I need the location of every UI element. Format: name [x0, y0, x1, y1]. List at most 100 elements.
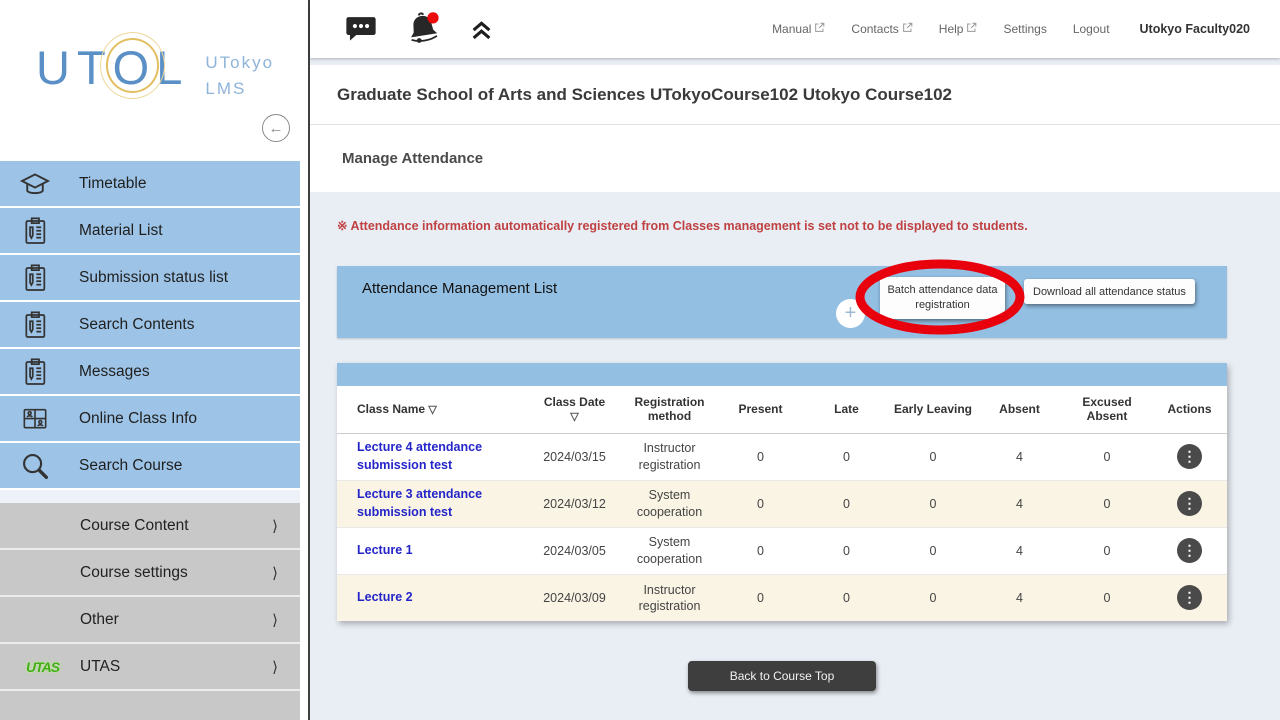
cell-class-name: Lecture 3 attendance submission test	[337, 480, 527, 527]
column-header-class-name[interactable]: Class Name ▽	[337, 386, 527, 433]
cell-class-name: Lecture 2	[337, 574, 527, 621]
table-row: Lecture 4 attendance submission test 2024…	[337, 433, 1227, 480]
cell-present: 0	[717, 480, 804, 527]
column-header-absent: Absent	[977, 386, 1062, 433]
sidebar-item-search-course[interactable]: Search Course	[0, 443, 300, 490]
sidebar-item-label: Timetable	[79, 175, 146, 193]
collapse-topbar-icon[interactable]	[468, 16, 495, 43]
cell-present: 0	[717, 574, 804, 621]
cell-absent: 4	[977, 433, 1062, 480]
external-link-icon	[966, 22, 977, 33]
cell-early-leaving: 0	[889, 480, 977, 527]
sidebar-item-course-settings[interactable]: Course settings⟩	[0, 550, 300, 597]
topbar-icons	[344, 11, 495, 47]
column-header-label: Registration method	[634, 395, 704, 423]
sidebar-item-submission-status-list[interactable]: Submission status list	[0, 255, 300, 302]
column-header-registration-method: Registration method	[622, 386, 717, 433]
column-header-early-leaving: Early Leaving	[889, 386, 977, 433]
add-attendance-button[interactable]: +	[836, 299, 865, 328]
lecture-link[interactable]: Lecture 4 attendance submission test	[357, 439, 512, 474]
sidebar-item-label: Messages	[79, 363, 150, 381]
cell-actions: ⋮	[1152, 433, 1227, 480]
topbar-links: Manual Contacts Help Settings Logout	[772, 22, 1109, 36]
topbar-link-logout[interactable]: Logout	[1073, 22, 1110, 36]
clipboard-icon	[17, 307, 53, 343]
back-to-course-top-button[interactable]: Back to Course Top	[688, 661, 877, 691]
sidebar-item-material-list[interactable]: Material List	[0, 208, 300, 255]
sidebar-item-label: Course settings	[80, 564, 188, 582]
online-class-icon	[17, 401, 53, 437]
cell-excused-absent: 0	[1062, 480, 1152, 527]
collapse-sidebar-button[interactable]: ←	[262, 114, 290, 142]
sidebar-item-timetable[interactable]: Timetable	[0, 161, 300, 208]
cell-registration-method: Instructor registration	[622, 574, 717, 621]
row-actions-kebab-button[interactable]: ⋮	[1177, 491, 1202, 516]
column-header-label: Excused Absent	[1082, 395, 1131, 423]
cell-absent: 4	[977, 574, 1062, 621]
chevron-right-icon: ⟩	[272, 611, 278, 629]
topbar-link-contacts[interactable]: Contacts	[851, 22, 912, 36]
content-area: ※ Attendance information automatically r…	[310, 192, 1280, 720]
topbar: ManualContactsHelpSettingsLogout Utokyo …	[310, 0, 1280, 58]
sidebar-item-search-contents[interactable]: Search Contents	[0, 302, 300, 349]
topbar-link-settings[interactable]: Settings	[1003, 22, 1046, 36]
graduation-cap-icon	[17, 166, 53, 202]
lecture-link[interactable]: Lecture 2	[357, 589, 413, 607]
sidebar-item-utas[interactable]: UTASUTAS⟩	[0, 644, 300, 691]
left-arrow-icon: ←	[269, 120, 284, 137]
sidebar-item-label: Other	[80, 611, 119, 629]
clipboard-icon	[17, 260, 53, 296]
lecture-link[interactable]: Lecture 1	[357, 542, 413, 560]
cell-actions: ⋮	[1152, 574, 1227, 621]
sort-descending-icon[interactable]: ▽	[570, 411, 578, 423]
sort-descending-icon[interactable]: ▽	[428, 404, 436, 416]
sidebar: UTOL UTokyoLMS ← TimetableMaterial ListS…	[0, 0, 300, 720]
lecture-link[interactable]: Lecture 3 attendance submission test	[357, 486, 512, 521]
main-area: ManualContactsHelpSettingsLogout Utokyo …	[308, 0, 1280, 720]
chat-icon[interactable]	[344, 15, 378, 44]
column-header-excused-absent: Excused Absent	[1062, 386, 1152, 433]
course-title: Graduate School of Arts and Sciences UTo…	[337, 85, 952, 105]
attendance-table: Class Name ▽ Class Date ▽ Registration meth…	[337, 363, 1227, 621]
cell-late: 0	[804, 480, 889, 527]
sidebar-item-label: UTAS	[80, 658, 120, 676]
sidebar-item-online-class-info[interactable]: Online Class Info	[0, 396, 300, 443]
sidebar-item-messages[interactable]: Messages	[0, 349, 300, 396]
column-header-label: Early Leaving	[894, 402, 972, 416]
page-title: Manage Attendance	[342, 150, 483, 167]
cell-late: 0	[804, 433, 889, 480]
sidebar-main-nav: Timetable Material List Submission status …	[0, 161, 300, 490]
download-all-button[interactable]: Download all attendance status	[1024, 279, 1195, 304]
sidebar-item-other[interactable]: Other ⟩	[0, 597, 300, 644]
column-header-label: Class Date	[544, 395, 605, 409]
row-actions-kebab-button[interactable]: ⋮	[1177, 538, 1202, 563]
chevron-right-icon: ⟩	[272, 517, 278, 535]
topbar-link-manual[interactable]: Manual	[772, 22, 825, 36]
cell-class-date: 2024/03/12	[527, 480, 622, 527]
cell-class-date: 2024/03/15	[527, 433, 622, 480]
column-header-class-date[interactable]: Class Date ▽	[527, 386, 622, 433]
batch-registration-button[interactable]: Batch attendance data registration	[880, 277, 1005, 319]
column-header-late: Late	[804, 386, 889, 433]
external-link-icon	[902, 22, 913, 33]
sidebar-item-label: Material List	[79, 222, 163, 240]
attendance-management-panel: Attendance Management List + Batch atten…	[337, 266, 1227, 338]
clipboard-icon	[17, 213, 53, 249]
cell-registration-method: Instructor registration	[622, 433, 717, 480]
sidebar-item-course-content[interactable]: Course Content ⟩	[0, 503, 300, 550]
course-title-bar: Graduate School of Arts and Sciences UTo…	[310, 65, 1280, 125]
sidebar-item-label: Online Class Info	[79, 410, 197, 428]
row-actions-kebab-button[interactable]: ⋮	[1177, 444, 1202, 469]
cell-early-leaving: 0	[889, 527, 977, 574]
table-row: Lecture 3 attendance submission test 2024…	[337, 480, 1227, 527]
cell-late: 0	[804, 574, 889, 621]
cell-excused-absent: 0	[1062, 574, 1152, 621]
cell-class-date: 2024/03/05	[527, 527, 622, 574]
topbar-link-help[interactable]: Help	[939, 22, 978, 36]
cell-present: 0	[717, 527, 804, 574]
table-row: Lecture 22024/03/09Instructor registrati…	[337, 574, 1227, 621]
row-actions-kebab-button[interactable]: ⋮	[1177, 585, 1202, 610]
column-header-label: Present	[738, 402, 782, 416]
sidebar-item-label: Course Content	[80, 517, 189, 535]
notification-bell-icon[interactable]	[404, 11, 442, 47]
